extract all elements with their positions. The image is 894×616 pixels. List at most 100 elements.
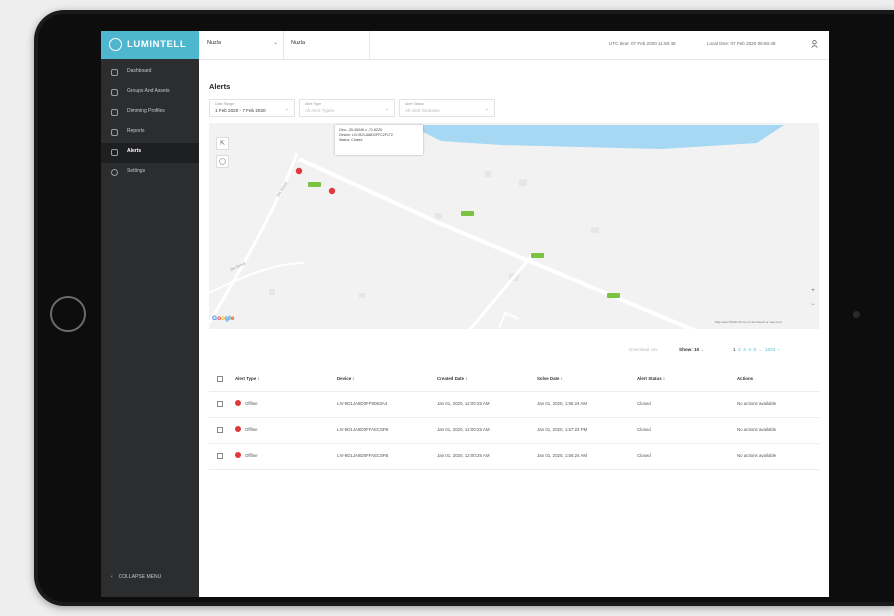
- cell-alert-type: Offline: [245, 453, 258, 458]
- lasso-tool-button[interactable]: ◯: [216, 155, 229, 168]
- building-shape: [269, 289, 275, 295]
- page-link[interactable]: 5: [754, 347, 757, 352]
- site-select[interactable]: Nuzla: [291, 40, 305, 46]
- organization-select[interactable]: Nuzla: [207, 40, 221, 46]
- sidebar-item-dimming-profiles[interactable]: Dimming Profiles: [101, 103, 199, 123]
- building-shape: [519, 179, 527, 186]
- cell-alert-status: Closed: [637, 427, 651, 432]
- map-canvas: De Groot De Groot: [209, 125, 784, 329]
- lasso-icon: ◯: [219, 159, 226, 165]
- alerts-table: Alert Type ↕ Device ↕ Created Date ↕ Sol…: [209, 367, 819, 470]
- show-value: 10: [694, 347, 700, 352]
- alert-type-filter[interactable]: Alert Type All Alert Types ⌄: [299, 99, 395, 117]
- alert-dot-icon: [235, 452, 241, 458]
- chevron-down-icon[interactable]: ⌄: [273, 39, 278, 46]
- pagination: 1 2 3 4 5 ... 1024 ›: [733, 347, 779, 352]
- page-title: Alerts: [209, 82, 231, 91]
- chevron-down-icon: ⌄: [700, 347, 705, 352]
- divider: [283, 31, 284, 59]
- bell-icon: [111, 149, 118, 156]
- sidebar-item-alerts[interactable]: Alerts: [101, 143, 199, 163]
- cell-actions: No actions available: [737, 401, 777, 406]
- chevron-left-icon: ‹: [111, 574, 113, 580]
- road: [298, 157, 697, 329]
- cell-created-date: Jan 01, 2020, 12:00:25 AM: [437, 401, 490, 406]
- brand-bar[interactable]: LUMINTELL: [101, 31, 199, 59]
- building-shape: [591, 227, 599, 233]
- device-marker[interactable]: [531, 253, 544, 258]
- road-label: De Groot: [276, 180, 289, 197]
- column-header-created-date[interactable]: Created Date ↕: [437, 376, 468, 381]
- cell-actions: No actions available: [737, 453, 777, 458]
- pointer-tool-button[interactable]: ⇱: [216, 137, 229, 150]
- alert-dot-icon: [235, 426, 241, 432]
- page-link[interactable]: 2: [738, 347, 741, 352]
- page-link[interactable]: 3: [743, 347, 746, 352]
- alert-marker[interactable]: [295, 167, 303, 175]
- table-header-row: Alert Type ↕ Device ↕ Created Date ↕ Sol…: [209, 367, 819, 392]
- alert-dot-icon: [235, 400, 241, 406]
- zoom-out-button[interactable]: −: [809, 301, 817, 309]
- divider: [369, 31, 370, 59]
- road: [209, 262, 305, 294]
- collapse-menu-button[interactable]: ‹ COLLAPSE MENU: [111, 574, 161, 580]
- page-link[interactable]: 4: [748, 347, 751, 352]
- next-page-button[interactable]: ›: [778, 347, 780, 352]
- sidebar-item-label: Reports: [127, 128, 145, 134]
- cell-created-date: Jan 01, 2020, 12:00:25 AM: [437, 427, 490, 432]
- cell-solve-date: Jan 01, 2020, 1:57:23 PM: [537, 427, 588, 432]
- alert-status-filter[interactable]: Alert Status All Alert Statuses ⌄: [399, 99, 495, 117]
- row-checkbox[interactable]: [217, 427, 223, 433]
- device-marker[interactable]: [461, 211, 474, 216]
- cell-device: LIV-9D1JA8D0FFAEC5FB: [337, 453, 389, 458]
- sidebar-item-reports[interactable]: Reports: [101, 123, 199, 143]
- top-bar: Nuzla ⌄ Nuzla UTC time: 07 Feb 2020 11:5…: [199, 31, 829, 60]
- gear-icon: [111, 169, 118, 176]
- logo-icon: [109, 38, 122, 51]
- map-attribution[interactable]: Map data ©2020 Terms of Use Report a map…: [715, 320, 782, 324]
- building-shape: [435, 213, 442, 219]
- row-checkbox[interactable]: [217, 401, 223, 407]
- chart-icon: [111, 129, 118, 136]
- device-popup: Geo: -35.40046 x -71.6225 Device: LIV-9D…: [335, 125, 423, 155]
- home-button: [50, 296, 86, 332]
- map[interactable]: De Groot De Groot ⇱ ◯ Geo: -35.40046 x -…: [209, 123, 819, 329]
- filter-label: Date Range: [215, 102, 235, 106]
- column-header-solve-date[interactable]: Solve Date ↕: [537, 376, 563, 381]
- table-row[interactable]: Offline LIV-9D1JA8D0FFAEC5FB Jan 01, 202…: [209, 418, 819, 444]
- zoom-in-button[interactable]: +: [809, 287, 817, 295]
- table-row[interactable]: Offline LIV-9D1JA8D0FFAEC5FB Jan 01, 202…: [209, 444, 819, 470]
- building-shape: [359, 293, 365, 298]
- table-row[interactable]: Offline LIV-9D1JA8D0FF9D83A4 Jan 01, 202…: [209, 392, 819, 418]
- sidebar-item-label: Dimming Profiles: [127, 108, 165, 114]
- download-csv-button[interactable]: Download csv: [629, 347, 658, 352]
- row-checkbox[interactable]: [217, 453, 223, 459]
- date-range-filter[interactable]: Date Range 1 Feb 2020 - 7 Feb 2020 ⌄: [209, 99, 295, 117]
- sidebar-item-groups-and-assets[interactable]: Groups And Assets: [101, 83, 199, 103]
- lake-shape: [409, 125, 784, 149]
- chevron-down-icon: ⌄: [484, 106, 489, 112]
- filter-value: All Alert Types: [305, 108, 335, 113]
- collapse-menu-label: COLLAPSE MENU: [118, 574, 162, 580]
- select-all-checkbox[interactable]: [217, 376, 223, 382]
- column-header-device[interactable]: Device ↕: [337, 376, 355, 381]
- cell-alert-type: Offline: [245, 427, 258, 432]
- local-time: Local time: 07 Feb 2020 08:50:49: [707, 41, 776, 46]
- sidebar-item-dashboard[interactable]: Dashboard: [101, 63, 199, 83]
- cell-alert-status: Closed: [637, 401, 651, 406]
- google-logo: Google: [212, 315, 235, 322]
- sidebar-item-settings[interactable]: Settings: [101, 163, 199, 183]
- road: [209, 152, 299, 324]
- page-link-last[interactable]: 1024: [765, 347, 775, 352]
- sidebar-item-label: Alerts: [127, 148, 142, 154]
- user-icon[interactable]: [811, 40, 818, 48]
- device-marker[interactable]: [607, 293, 620, 298]
- alert-marker[interactable]: [328, 187, 336, 195]
- page-link[interactable]: 1: [733, 347, 736, 352]
- column-header-alert-type[interactable]: Alert Type ↕: [235, 376, 260, 381]
- sidebar: LUMINTELL Dashboard Groups And Assets Di…: [101, 31, 199, 597]
- device-marker[interactable]: [308, 182, 321, 187]
- page-size-select[interactable]: Show: 10 ⌄: [679, 347, 704, 353]
- column-header-alert-status[interactable]: Alert Status ↕: [637, 376, 665, 381]
- filter-label: Alert Type: [305, 102, 322, 106]
